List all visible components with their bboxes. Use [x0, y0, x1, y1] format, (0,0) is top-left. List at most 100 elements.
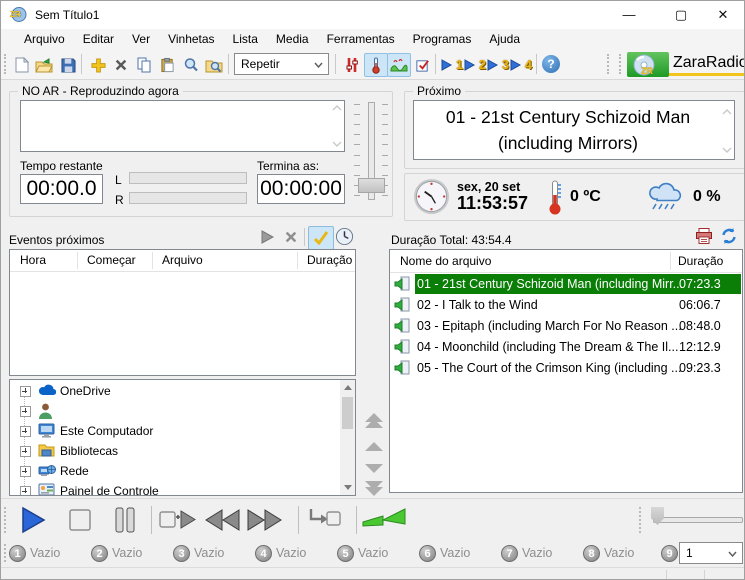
playlist-col-duration[interactable]: Duração [678, 254, 723, 268]
menu-editar[interactable]: Editar [74, 29, 123, 50]
toolbar-gripper[interactable] [607, 54, 609, 74]
thermometer-toggle-button[interactable] [364, 53, 388, 77]
next-track-box[interactable]: 01 - 21st Century Schizoid Man (includin… [413, 100, 735, 160]
tree-item-painel-de-controle[interactable]: Painel de Controle [10, 481, 355, 496]
move-bottom-button[interactable] [363, 479, 385, 497]
slider-gripper[interactable] [639, 507, 641, 533]
move-top-button[interactable] [363, 411, 385, 429]
add-file-button[interactable] [86, 53, 110, 77]
events-col-duracao[interactable]: Duração [307, 253, 352, 267]
expand-icon[interactable] [20, 466, 31, 477]
events-play-button[interactable] [257, 227, 277, 247]
now-playing-listbox[interactable] [20, 100, 345, 152]
playlist-row[interactable]: 03 - Epitaph (including March For No Rea… [391, 316, 741, 336]
event-log-button[interactable] [410, 53, 434, 77]
expand-icon[interactable] [20, 486, 31, 496]
pitch-slider-track[interactable] [653, 517, 743, 523]
cart-button-8[interactable]: 8Vazio [583, 543, 634, 563]
loop-to-next-button[interactable] [306, 507, 342, 536]
playlist-row[interactable]: 02 - I Talk to the Wind 06:06.7 [391, 295, 741, 315]
events-delete-button[interactable] [281, 227, 301, 247]
cart-button-1[interactable]: 1Vazio [9, 543, 60, 563]
mixer-button[interactable] [340, 53, 364, 77]
tree-item-rede[interactable]: Rede [10, 461, 355, 481]
events-table[interactable]: Hora Começar Arquivo Duração [9, 249, 356, 376]
listbox-scroll-arrows[interactable] [332, 105, 342, 147]
stop-icon [69, 509, 91, 531]
play-button[interactable] [19, 506, 47, 537]
paste-button[interactable] [155, 53, 179, 77]
move-down-button[interactable] [363, 459, 385, 477]
pause-button[interactable] [113, 507, 137, 536]
copy-button[interactable] [132, 53, 156, 77]
cart-button-4[interactable]: 4Vazio [255, 543, 306, 563]
cartbar-gripper[interactable] [4, 544, 6, 562]
expand-icon[interactable] [20, 406, 31, 417]
scrollbar-thumb[interactable] [342, 397, 353, 429]
close-button[interactable]: ✕ [700, 1, 745, 29]
ends-at-display: 00:00:00 [257, 174, 345, 204]
playlist-row[interactable]: 04 - Moonchild (including The Dream & Th… [391, 337, 741, 357]
menu-programas[interactable]: Programas [404, 29, 481, 50]
scroll-down-arrow[interactable] [340, 480, 355, 495]
cart-button-2[interactable]: 2Vazio [91, 543, 142, 563]
maximize-button[interactable]: ▢ [658, 1, 704, 29]
tree-item-user[interactable] [10, 401, 355, 421]
rewind-button[interactable] [204, 509, 240, 534]
tree-item-onedrive[interactable]: OneDrive [10, 381, 355, 401]
playlist-row[interactable]: 01 - 21st Century Schizoid Man (includin… [391, 274, 741, 294]
toolbar-gripper[interactable] [4, 54, 6, 74]
scroll-up-arrow[interactable] [340, 380, 355, 395]
stop-and-play-button[interactable] [159, 508, 197, 535]
tree-item-este-computador[interactable]: Este Computador [10, 421, 355, 441]
refresh-list-button[interactable] [720, 227, 739, 246]
volume-fader-thumb[interactable] [358, 178, 385, 193]
new-list-button[interactable] [9, 53, 33, 77]
open-list-button[interactable] [32, 53, 56, 77]
vumeter-toggle-button[interactable] [387, 53, 411, 77]
move-up-button[interactable] [363, 437, 385, 455]
events-clock-button[interactable] [335, 227, 355, 247]
fast-forward-button[interactable] [247, 509, 283, 534]
help-button[interactable] [542, 55, 560, 73]
crossfade-button[interactable] [362, 507, 406, 534]
search-button[interactable] [179, 53, 203, 77]
save-list-button[interactable] [56, 53, 80, 77]
events-col-arquivo[interactable]: Arquivo [162, 253, 203, 267]
toolbar-gripper[interactable] [619, 54, 621, 74]
folder-tree[interactable]: OneDrive Este Computador Bibliotecas Red… [9, 379, 356, 496]
cart-button-7[interactable]: 7Vazio [501, 543, 552, 563]
transport-gripper[interactable] [4, 507, 6, 533]
playlist-row[interactable]: 05 - The Court of the Crimson King (incl… [391, 358, 741, 378]
zararadio-window: ZR Sem Título1 — ▢ ✕ Arquivo Editar Ver … [0, 0, 745, 580]
menu-lista[interactable]: Lista [224, 29, 267, 50]
menu-arquivo[interactable]: Arquivo [15, 29, 74, 50]
menu-ver[interactable]: Ver [123, 29, 159, 50]
cart-bank-dropdown[interactable]: 1 [679, 542, 743, 564]
expand-icon[interactable] [20, 386, 31, 397]
tree-item-bibliotecas[interactable]: Bibliotecas [10, 441, 355, 461]
events-col-hora[interactable]: Hora [20, 253, 46, 267]
cart-button-5[interactable]: 5Vazio [337, 543, 388, 563]
cart-button-6[interactable]: 6Vazio [419, 543, 470, 563]
events-enable-toggle[interactable] [308, 226, 334, 250]
playlist-col-name[interactable]: Nome do arquivo [400, 254, 491, 268]
print-list-button[interactable] [695, 227, 714, 246]
menu-ferramentas[interactable]: Ferramentas [318, 29, 404, 50]
cart-button-3[interactable]: 3Vazio [173, 543, 224, 563]
next-scroll-arrows[interactable] [722, 109, 732, 153]
events-col-comecar[interactable]: Começar [87, 253, 136, 267]
menu-vinhetas[interactable]: Vinhetas [159, 29, 223, 50]
play-slot-4-button[interactable]: 4 [508, 53, 534, 77]
remove-file-button[interactable] [109, 53, 133, 77]
menu-ajuda[interactable]: Ajuda [480, 29, 529, 50]
menu-media[interactable]: Media [267, 29, 318, 50]
expand-icon[interactable] [20, 446, 31, 457]
repeat-mode-dropdown[interactable]: Repetir [234, 53, 329, 75]
stop-button[interactable] [69, 509, 91, 534]
playlist-table[interactable]: Nome do arquivo Duração 01 - 21st Centur… [389, 249, 743, 493]
minimize-button[interactable]: — [606, 1, 652, 29]
expand-icon[interactable] [20, 426, 31, 437]
tree-scrollbar[interactable] [340, 380, 355, 495]
search-folder-button[interactable] [202, 53, 226, 77]
